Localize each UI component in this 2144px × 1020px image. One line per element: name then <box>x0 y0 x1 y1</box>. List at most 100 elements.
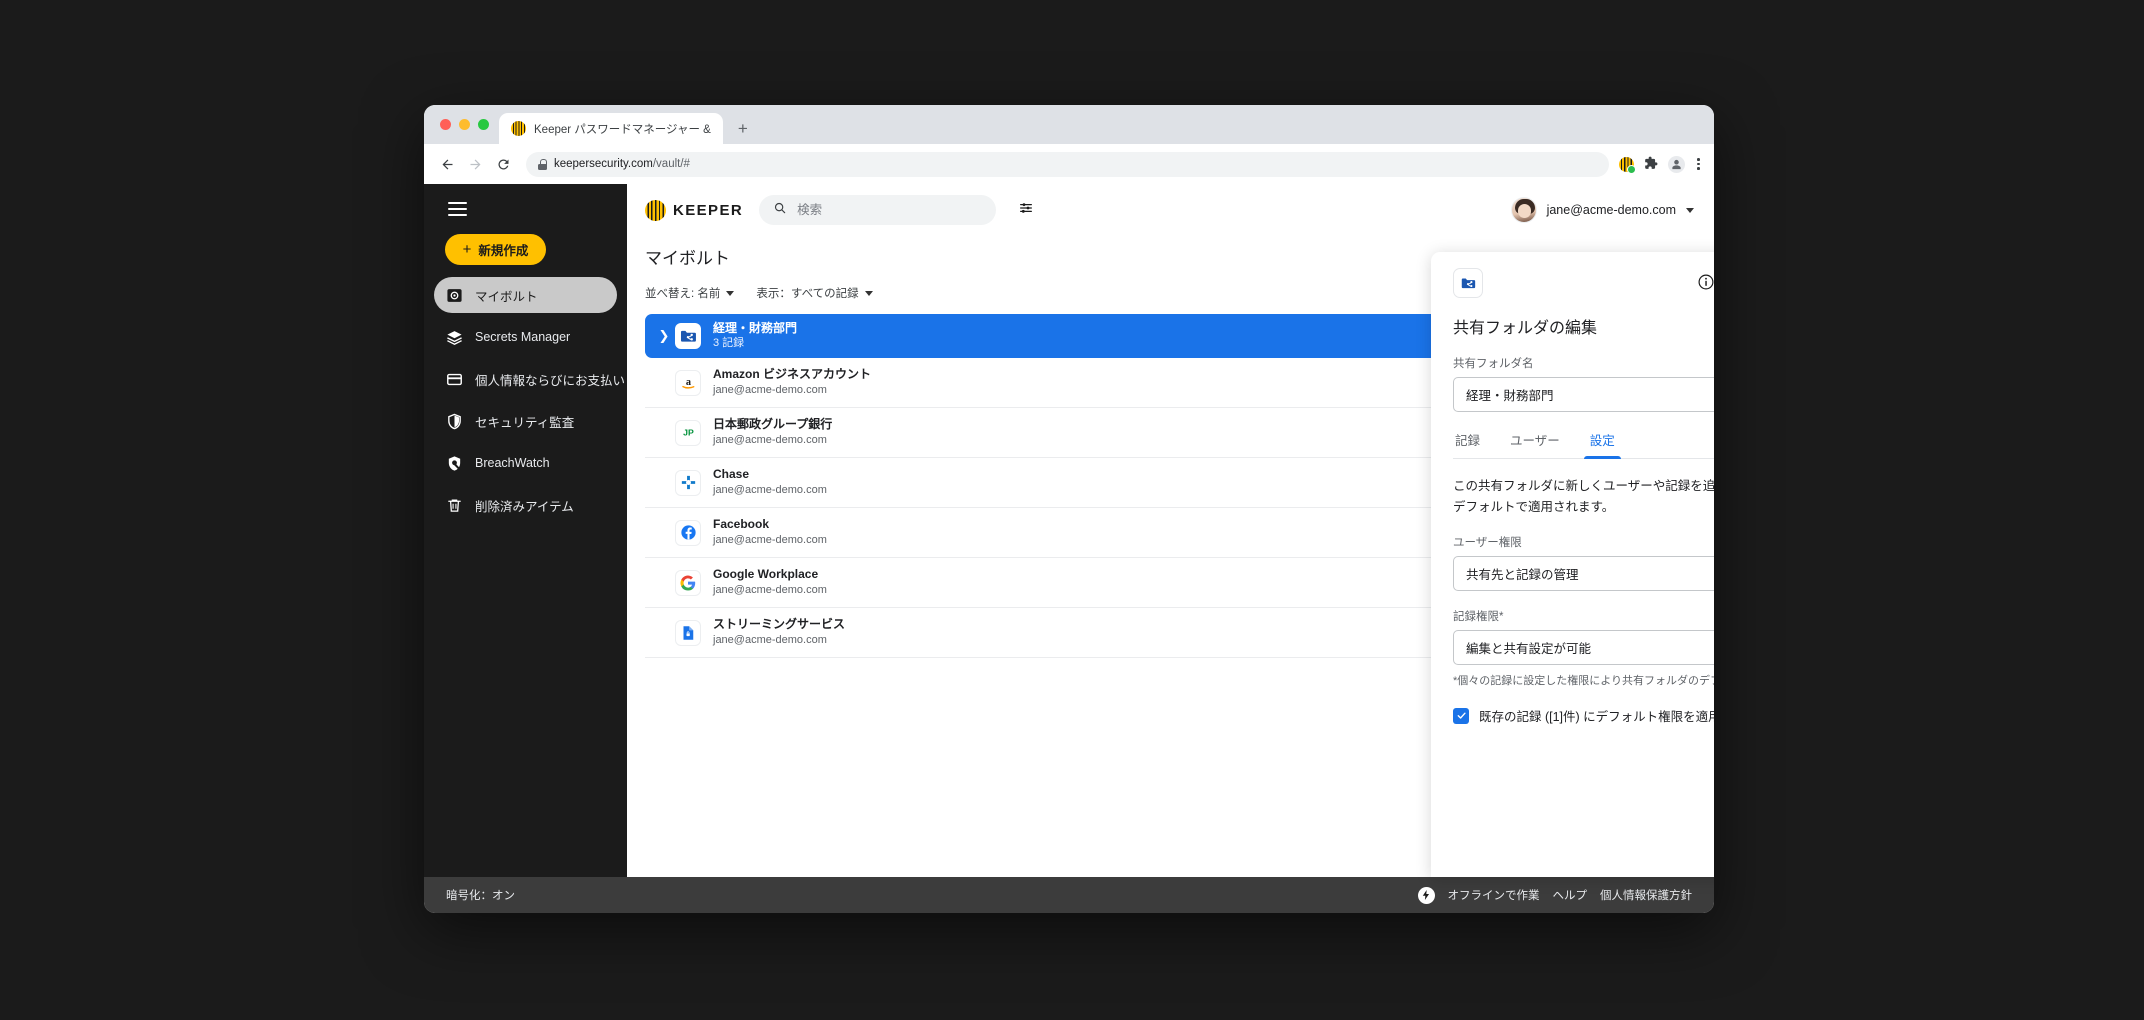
sort-dropdown[interactable]: 並べ替え: 名前 <box>645 285 735 301</box>
breachwatch-shield-icon <box>446 455 463 472</box>
filter-dropdown[interactable]: 表示：すべての記録 <box>756 285 873 301</box>
apply-default-permission-checkbox[interactable]: 既存の記録 ([1]件) にデフォルト権限を適用する <box>1453 706 1714 725</box>
shared-folder-icon <box>1453 268 1483 298</box>
sort-label: 並べ替え: 名前 <box>645 288 721 300</box>
back-arrow-icon[interactable] <box>434 151 460 177</box>
reload-icon[interactable] <box>490 151 516 177</box>
sidebar-item-secrets-manager[interactable]: Secrets Manager <box>434 319 617 355</box>
sidebar-item-breachwatch[interactable]: BreachWatch <box>434 445 617 481</box>
tab-settings[interactable]: 設定 <box>1583 430 1621 459</box>
google-icon <box>675 569 701 596</box>
search-input[interactable] <box>797 203 983 217</box>
close-window-button[interactable] <box>440 119 451 130</box>
sidebar-item-my-vault[interactable]: マイボルト <box>434 277 617 313</box>
record-permission-select[interactable]: 編集と共有設定が可能 <box>1453 630 1714 666</box>
record-permission-label: 記録権限* <box>1453 611 1504 624</box>
sidebar-item-deleted-items[interactable]: 削除済みアイテム <box>434 487 617 523</box>
user-permission-select[interactable]: 共有先と記録の管理 <box>1453 556 1714 592</box>
account-email: jane@acme-demo.com <box>1546 203 1676 217</box>
user-permission-label: ユーザー権限 <box>1453 537 1522 550</box>
vault-icon <box>446 287 463 304</box>
browser-toolbar: keepersecurity.com/vault/# <box>424 144 1714 184</box>
application-body: + 新規作成 マイボルト Secrets Manager 個人情報ならびにお支払… <box>424 184 1714 877</box>
privacy-policy-link[interactable]: 個人情報保護方針 <box>1600 887 1692 903</box>
chase-icon <box>675 469 701 496</box>
browser-tab-strip: Keeper パスワードマネージャー & + <box>424 105 1714 144</box>
chevron-down-icon <box>1686 207 1694 213</box>
new-tab-button[interactable]: + <box>729 114 757 142</box>
record-permission-value: 編集と共有設定が可能 <box>1466 642 1592 657</box>
info-circle-icon[interactable] <box>1697 273 1714 291</box>
browser-menu-icon[interactable] <box>1695 156 1702 172</box>
chevron-down-icon <box>726 290 735 296</box>
panel-actions: キャンセル 保存 <box>1697 268 1714 295</box>
sidebar-label: 削除済みアイテム <box>475 499 574 514</box>
layers-icon <box>446 329 463 346</box>
panel-header: キャンセル 保存 <box>1453 268 1714 298</box>
sidebar-label: セキュリティ監査 <box>475 415 575 430</box>
permission-footnote: *個々の記録に設定した権限により共有フォルダのデフォルト権限が上書きされます <box>1453 675 1714 688</box>
maximize-window-button[interactable] <box>478 119 489 130</box>
help-link[interactable]: ヘルプ <box>1553 887 1588 903</box>
lightning-bolt-icon <box>1417 886 1435 904</box>
address-bar[interactable]: keepersecurity.com/vault/# <box>526 151 1610 177</box>
sidebar-label: 個人情報ならびにお支払い <box>475 373 626 388</box>
browser-tab[interactable]: Keeper パスワードマネージャー & <box>499 113 723 144</box>
minimize-window-button[interactable] <box>459 119 470 130</box>
offline-mode-link[interactable]: オフラインで作業 <box>1448 887 1540 903</box>
plus-icon: + <box>462 241 472 258</box>
desktop-background: Keeper パスワードマネージャー & + keepersecurity.co… <box>0 0 2144 1020</box>
browser-profile-icon[interactable] <box>1668 155 1686 173</box>
filter-sliders-icon[interactable] <box>1018 200 1034 221</box>
status-bar: 暗号化：オン オフラインで作業 ヘルプ 個人情報保護方針 <box>424 877 1714 913</box>
amazon-icon: a <box>675 369 701 396</box>
main-content: KEEPER 検索 jane@acme-demo.com マイボルト 並べ替え:… <box>627 184 1714 877</box>
window-controls[interactable] <box>436 105 499 144</box>
svg-text:JP: JP <box>683 428 694 438</box>
encryption-status: 暗号化：オン <box>446 890 515 902</box>
new-item-button[interactable]: + 新規作成 <box>445 234 546 265</box>
lock-icon <box>538 158 547 170</box>
folder-name-input[interactable] <box>1453 377 1714 412</box>
sidebar-label: マイボルト <box>475 289 538 304</box>
keeper-favicon-icon <box>511 121 526 136</box>
chevron-down-icon <box>864 290 873 296</box>
browser-tab-title: Keeper パスワードマネージャー & <box>534 123 711 136</box>
panel-title: 共有フォルダの編集 <box>1453 320 1598 337</box>
facebook-icon <box>675 519 701 546</box>
tab-records[interactable]: 記録 <box>1453 430 1482 458</box>
shared-folder-icon <box>675 323 701 349</box>
checkbox-checked-icon <box>1453 707 1469 724</box>
checkbox-label: 既存の記録 ([1]件) にデフォルト権限を適用する <box>1479 710 1714 725</box>
browser-window: Keeper パスワードマネージャー & + keepersecurity.co… <box>424 105 1714 913</box>
new-item-label: 新規作成 <box>478 244 529 258</box>
panel-description: この共有フォルダに新しくユーザーや記録を追加する際には以下の権限がデフォルトで適… <box>1453 479 1714 514</box>
status-links: オフラインで作業 ヘルプ 個人情報保護方針 <box>1417 886 1692 904</box>
keeper-extension-icon[interactable] <box>1619 156 1637 174</box>
tab-users[interactable]: ユーザー <box>1508 430 1562 458</box>
toolbar-icons <box>1619 155 1704 174</box>
search-box[interactable] <box>759 195 997 225</box>
keeper-logo: KEEPER <box>645 199 744 221</box>
sidebar-label: Secrets Manager <box>475 330 571 344</box>
sidebar-item-identity-payments[interactable]: 個人情報ならびにお支払い <box>434 361 625 397</box>
panel-tabs: 記録 ユーザー 設定 <box>1453 430 1714 459</box>
user-permission-value: 共有先と記録の管理 <box>1466 568 1579 583</box>
sidebar-item-security-audit[interactable]: セキュリティ監査 <box>434 403 617 439</box>
extensions-puzzle-icon[interactable] <box>1644 156 1658 172</box>
hamburger-menu-icon[interactable] <box>424 184 467 222</box>
keeper-logo-text: KEEPER <box>673 201 744 219</box>
filter-label: 表示：すべての記録 <box>756 288 859 300</box>
document-lock-icon <box>675 619 701 646</box>
forward-arrow-icon[interactable] <box>462 151 488 177</box>
shared-folder-edit-panel: キャンセル 保存 共有フォルダの編集 共有フォルダ名 記録 ユーザー 設定 この… <box>1431 252 1714 877</box>
svg-text:a: a <box>685 377 690 388</box>
sidebar: + 新規作成 マイボルト Secrets Manager 個人情報ならびにお支払… <box>424 184 627 877</box>
chevron-right-icon[interactable]: ❯ <box>653 328 675 344</box>
shield-icon <box>446 413 463 430</box>
keeper-logo-icon <box>645 199 666 221</box>
account-menu[interactable]: jane@acme-demo.com <box>1510 197 1694 223</box>
sidebar-nav: マイボルト Secrets Manager 個人情報ならびにお支払い セキュリテ… <box>424 277 627 529</box>
japan-post-icon: JP <box>675 419 701 446</box>
url-text: keepersecurity.com/vault/# <box>554 158 690 170</box>
